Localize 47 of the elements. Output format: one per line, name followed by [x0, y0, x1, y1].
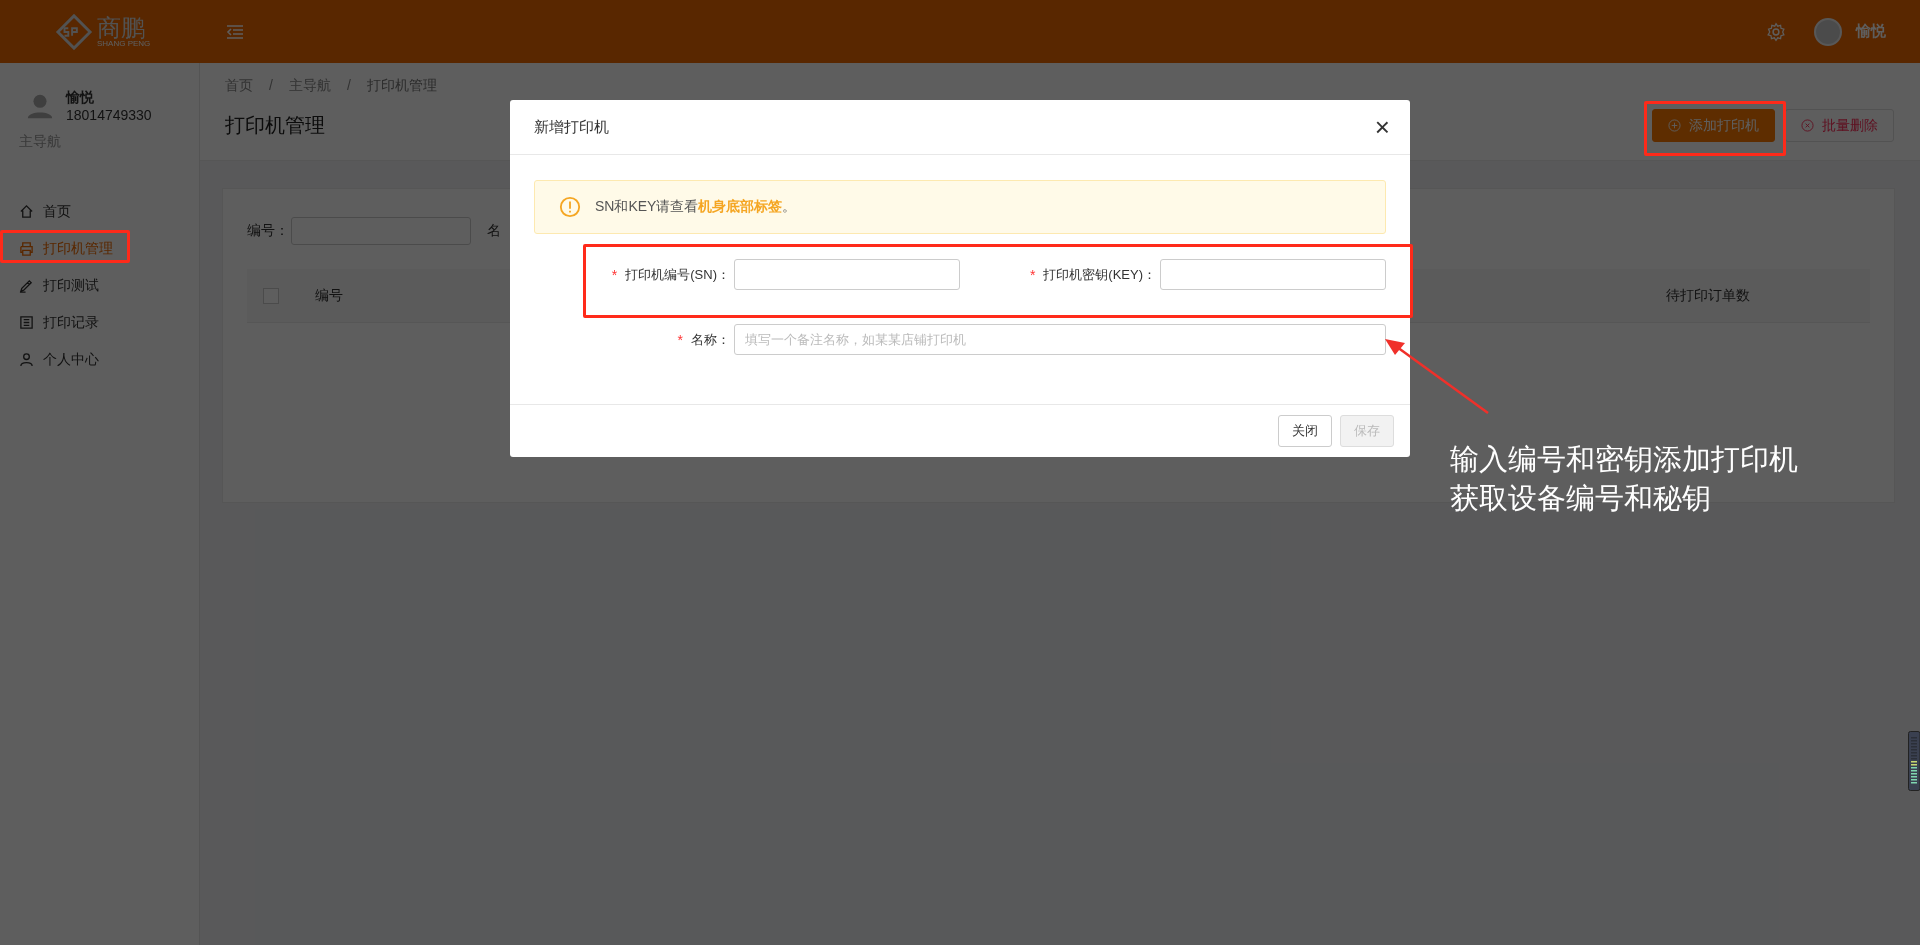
nav-item[interactable]: 打印测试: [0, 267, 199, 304]
close-button[interactable]: ×: [1374, 114, 1390, 140]
logo-text: 商鹏: [97, 15, 145, 40]
nav-item[interactable]: 打印记录: [0, 304, 199, 341]
user-avatar-icon: [26, 92, 54, 120]
warning-icon: [559, 196, 581, 218]
required-mark: *: [1029, 266, 1036, 283]
nav-item[interactable]: 首页: [0, 193, 199, 230]
person-icon: [19, 352, 34, 367]
add-button[interactable]: 添加打印机: [1652, 109, 1775, 142]
home-icon: [19, 204, 34, 219]
column-header: 待打印订单数: [1666, 286, 1750, 305]
alert-message: SN和KEY请查看机身底部标签。: [595, 198, 797, 216]
avatar[interactable]: [1814, 17, 1842, 46]
nav-item[interactable]: 个人中心: [0, 341, 199, 378]
dialog-title: 新增打印机: [534, 117, 609, 137]
delete-button[interactable]: 批量删除: [1785, 109, 1894, 142]
field-label: 打印机编号(SN)：: [625, 265, 730, 284]
field-label: 名: [487, 222, 501, 240]
cross-circle-icon: [1801, 119, 1814, 132]
breadcrumb-separator: /: [269, 77, 273, 95]
field-label: 名称：: [691, 330, 730, 349]
annotation-text: 输入编号和密钥添加打印机: [1450, 442, 1798, 477]
list-icon: [19, 315, 34, 330]
user-phone: 18014749330: [66, 107, 152, 123]
nav-item[interactable]: 打印机管理: [0, 230, 199, 267]
level-meter-drawing: [1908, 731, 1920, 791]
user-name[interactable]: 愉悦: [1856, 22, 1886, 41]
logo-subtext: SHANG PENG: [97, 39, 151, 48]
field-label: 编号：: [247, 222, 289, 240]
settings-icon[interactable]: [1766, 21, 1786, 42]
column-header: 编号: [315, 286, 343, 305]
close-button[interactable]: 关闭: [1278, 415, 1332, 447]
breadcrumb-separator: /: [346, 77, 351, 95]
page-title: 打印机管理: [225, 113, 325, 138]
printer-icon: [19, 241, 34, 256]
field-label: 打印机密钥(KEY)：: [1043, 265, 1156, 284]
annotation-text: 获取设备编号和秘钥: [1450, 481, 1712, 517]
required-mark: *: [611, 266, 618, 283]
input-field[interactable]: [734, 259, 960, 290]
pen-icon: [19, 278, 34, 293]
plus-circle-icon: [1668, 119, 1681, 132]
user-name: 愉悦: [66, 89, 95, 107]
required-mark: *: [677, 331, 683, 348]
menu-icon[interactable]: [226, 24, 244, 39]
logo-icon: [55, 12, 93, 51]
input-field[interactable]: [1160, 259, 1386, 290]
